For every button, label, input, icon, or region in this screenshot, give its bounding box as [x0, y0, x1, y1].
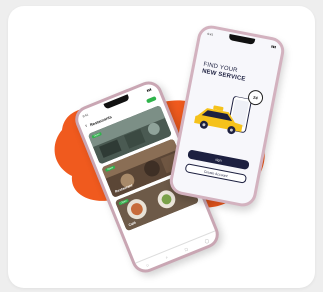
home-icon[interactable]: ⌂: [145, 262, 149, 268]
search-icon[interactable]: ⌕: [164, 254, 168, 259]
status-time: 9:41: [81, 112, 89, 119]
find-service-title: FIND YOUR NEW SERVICE: [201, 62, 247, 84]
bag-icon[interactable]: ◻: [183, 246, 188, 252]
back-arrow-icon[interactable]: ‹: [84, 123, 88, 129]
user-icon[interactable]: ◯: [204, 237, 210, 243]
status-time: 9:41: [207, 31, 214, 37]
filter-pill[interactable]: [145, 96, 157, 104]
status-icons: ▮▮▮: [145, 86, 152, 93]
status-icons: ▮▮▮: [270, 43, 277, 49]
